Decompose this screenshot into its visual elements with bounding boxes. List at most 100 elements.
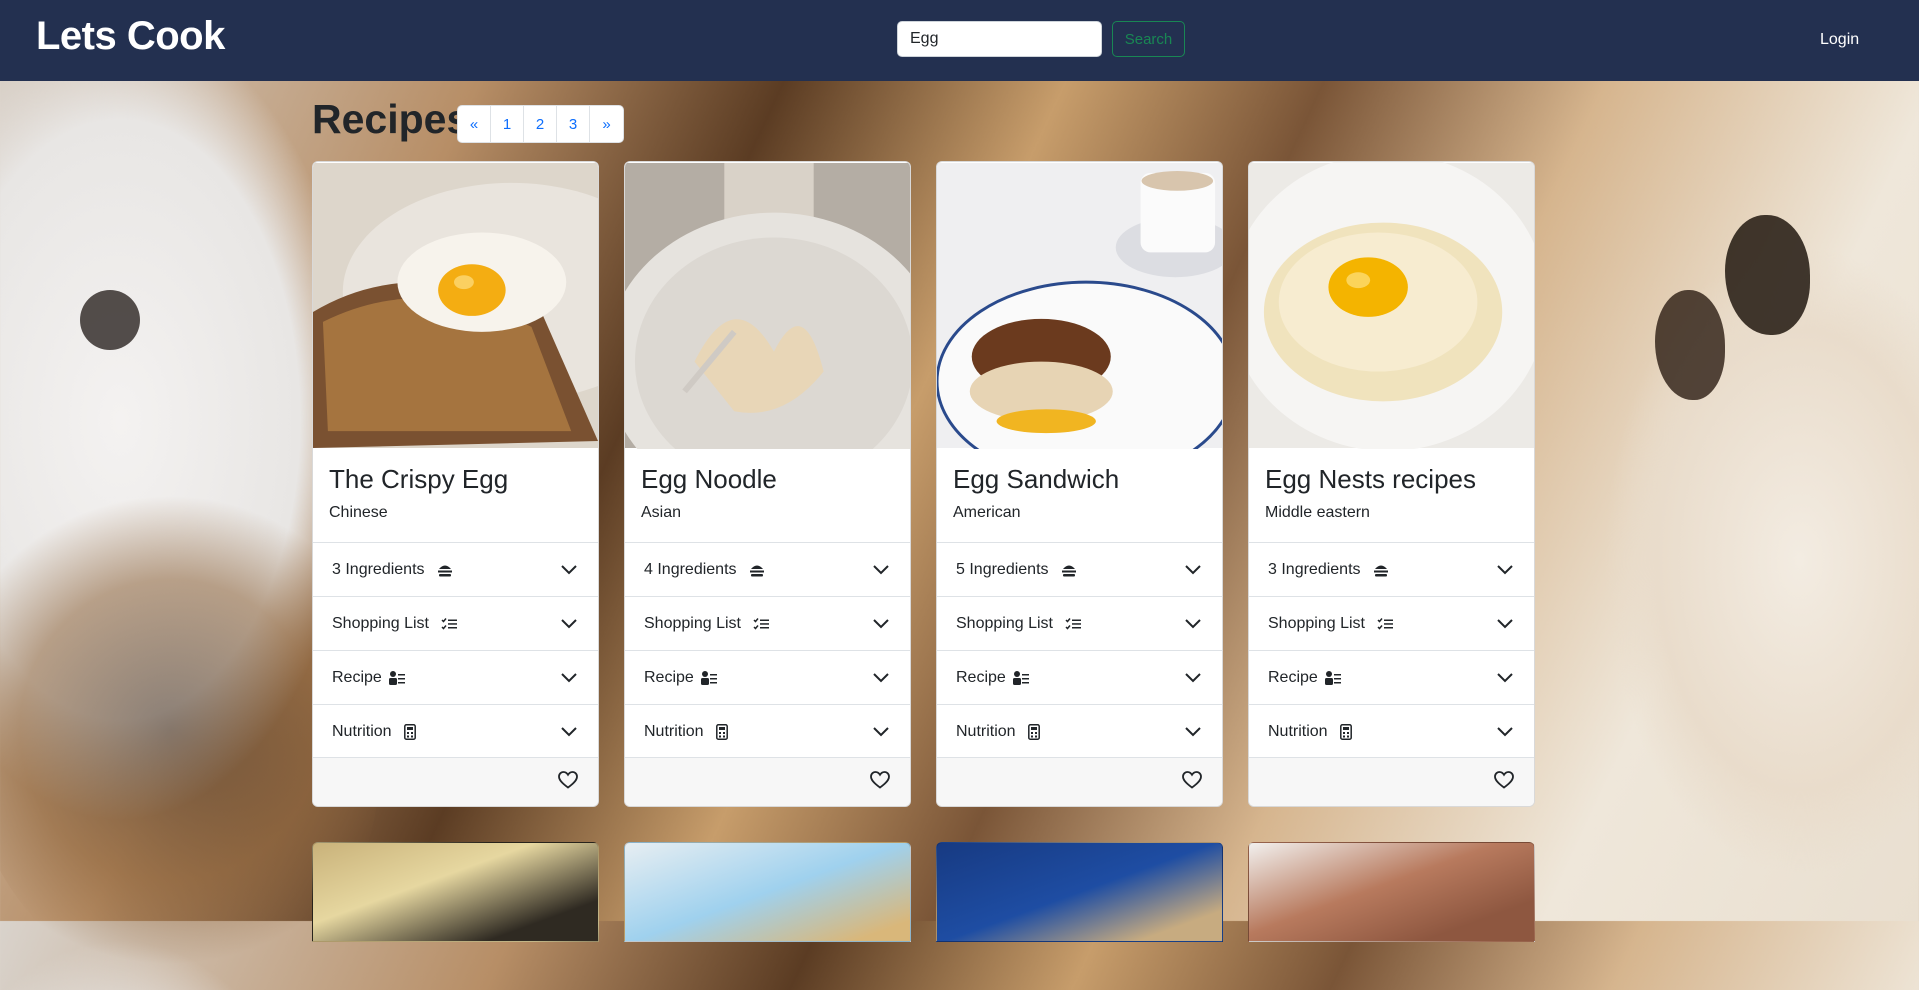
recipe-card-image-partial[interactable] xyxy=(1248,842,1535,942)
accordion-nutrition[interactable]: Nutrition xyxy=(937,704,1222,758)
brand-logo[interactable]: Lets Cook xyxy=(36,14,225,59)
recipe-cuisine: Asian xyxy=(641,504,682,521)
recipe-title: Egg Nests recipes xyxy=(1265,464,1476,494)
accordion-nutrition[interactable]: Nutrition xyxy=(313,704,598,758)
accordion-ingredients[interactable]: 3 Ingredients xyxy=(313,542,598,596)
recipe-card-icon xyxy=(700,670,718,686)
background-bread-hole-2 xyxy=(1655,290,1725,400)
page-title: Recipes xyxy=(312,96,470,142)
search-input[interactable] xyxy=(897,21,1102,57)
shopping-list-label: Shopping List xyxy=(956,614,1053,632)
recipe-title: Egg Noodle xyxy=(641,464,777,494)
chevron-down-icon xyxy=(1184,560,1202,578)
recipe-card: Egg Sandwich American 5 Ingredients Shop… xyxy=(936,161,1223,807)
heart-icon[interactable] xyxy=(870,771,890,794)
calculator-icon xyxy=(403,723,416,740)
ingredients-label: 3 Ingredients xyxy=(332,560,425,578)
card-footer xyxy=(313,757,598,806)
pagination: « 1 2 3 » xyxy=(457,105,624,143)
chevron-down-icon xyxy=(1496,560,1514,578)
recipe-card-icon xyxy=(1012,670,1030,686)
recipe-card: The Crispy Egg Chinese 3 Ingredients Sho… xyxy=(312,161,599,807)
recipe-title: The Crispy Egg xyxy=(329,464,509,494)
search-button[interactable]: Search xyxy=(1112,21,1185,57)
shopping-list-label: Shopping List xyxy=(332,614,429,632)
chevron-down-icon xyxy=(872,722,890,740)
recipe-card: Egg Nests recipes Middle eastern 3 Ingre… xyxy=(1248,161,1535,807)
accordion-ingredients[interactable]: 4 Ingredients xyxy=(625,542,910,596)
chevron-down-icon xyxy=(1496,668,1514,686)
chevron-down-icon xyxy=(872,560,890,578)
pagination-page-3[interactable]: 3 xyxy=(557,106,590,142)
chevron-down-icon xyxy=(560,722,578,740)
recipe-label: Recipe xyxy=(1268,668,1318,686)
accordion-shopping-list[interactable]: Shopping List xyxy=(1249,596,1534,650)
accordion-nutrition[interactable]: Nutrition xyxy=(625,704,910,758)
chevron-down-icon xyxy=(560,614,578,632)
chevron-down-icon xyxy=(1496,614,1514,632)
accordion-ingredients[interactable]: 5 Ingredients xyxy=(937,542,1222,596)
ingredients-label: 3 Ingredients xyxy=(1268,560,1361,578)
checklist-icon xyxy=(1377,617,1393,631)
burger-icon xyxy=(437,563,453,577)
chevron-down-icon xyxy=(560,668,578,686)
heart-icon[interactable] xyxy=(1182,771,1202,794)
accordion-shopping-list[interactable]: Shopping List xyxy=(625,596,910,650)
recipe-image[interactable] xyxy=(937,162,1222,449)
checklist-icon xyxy=(1065,617,1081,631)
chevron-down-icon xyxy=(1184,614,1202,632)
heart-icon[interactable] xyxy=(558,771,578,794)
accordion-ingredients[interactable]: 3 Ingredients xyxy=(1249,542,1534,596)
accordion-shopping-list[interactable]: Shopping List xyxy=(937,596,1222,650)
calculator-icon xyxy=(1339,723,1352,740)
chevron-down-icon xyxy=(872,614,890,632)
accordion-recipe[interactable]: Recipe xyxy=(313,650,598,704)
chevron-down-icon xyxy=(1184,722,1202,740)
nutrition-label: Nutrition xyxy=(1268,722,1328,740)
checklist-icon xyxy=(441,617,457,631)
shopping-list-label: Shopping List xyxy=(1268,614,1365,632)
recipe-cuisine: Chinese xyxy=(329,504,388,521)
recipe-card-image-partial[interactable] xyxy=(312,842,599,942)
recipe-card-icon xyxy=(388,670,406,686)
calculator-icon xyxy=(1027,723,1040,740)
burger-icon xyxy=(1061,563,1077,577)
ingredients-label: 5 Ingredients xyxy=(956,560,1049,578)
heart-icon[interactable] xyxy=(1494,771,1514,794)
pagination-page-2[interactable]: 2 xyxy=(524,106,557,142)
recipe-card-image-partial[interactable] xyxy=(936,842,1223,942)
card-footer xyxy=(937,757,1222,806)
login-link[interactable]: Login xyxy=(1820,31,1859,49)
recipe-cuisine: American xyxy=(953,504,1021,521)
chevron-down-icon xyxy=(1184,668,1202,686)
accordion-shopping-list[interactable]: Shopping List xyxy=(313,596,598,650)
recipe-label: Recipe xyxy=(644,668,694,686)
background-bread-shadow xyxy=(80,290,140,350)
accordion-nutrition[interactable]: Nutrition xyxy=(1249,704,1534,758)
accordion-recipe[interactable]: Recipe xyxy=(1249,650,1534,704)
top-navbar: Lets Cook Search Login xyxy=(0,0,1919,81)
nutrition-label: Nutrition xyxy=(956,722,1016,740)
nutrition-label: Nutrition xyxy=(644,722,704,740)
chevron-down-icon xyxy=(1496,722,1514,740)
recipe-image[interactable] xyxy=(313,162,598,449)
recipe-image[interactable] xyxy=(625,162,910,449)
chevron-down-icon xyxy=(872,668,890,686)
checklist-icon xyxy=(753,617,769,631)
recipe-cuisine: Middle eastern xyxy=(1265,504,1370,521)
pagination-next[interactable]: » xyxy=(590,106,623,142)
pagination-page-1[interactable]: 1 xyxy=(491,106,524,142)
nutrition-label: Nutrition xyxy=(332,722,392,740)
shopping-list-label: Shopping List xyxy=(644,614,741,632)
recipe-label: Recipe xyxy=(956,668,1006,686)
accordion-recipe[interactable]: Recipe xyxy=(625,650,910,704)
recipe-card-image-partial[interactable] xyxy=(624,842,911,942)
pagination-prev[interactable]: « xyxy=(458,106,491,142)
calculator-icon xyxy=(715,723,728,740)
recipe-label: Recipe xyxy=(332,668,382,686)
recipe-image[interactable] xyxy=(1249,162,1534,449)
burger-icon xyxy=(749,563,765,577)
burger-icon xyxy=(1373,563,1389,577)
accordion-recipe[interactable]: Recipe xyxy=(937,650,1222,704)
background-bread-hole xyxy=(1725,215,1810,335)
